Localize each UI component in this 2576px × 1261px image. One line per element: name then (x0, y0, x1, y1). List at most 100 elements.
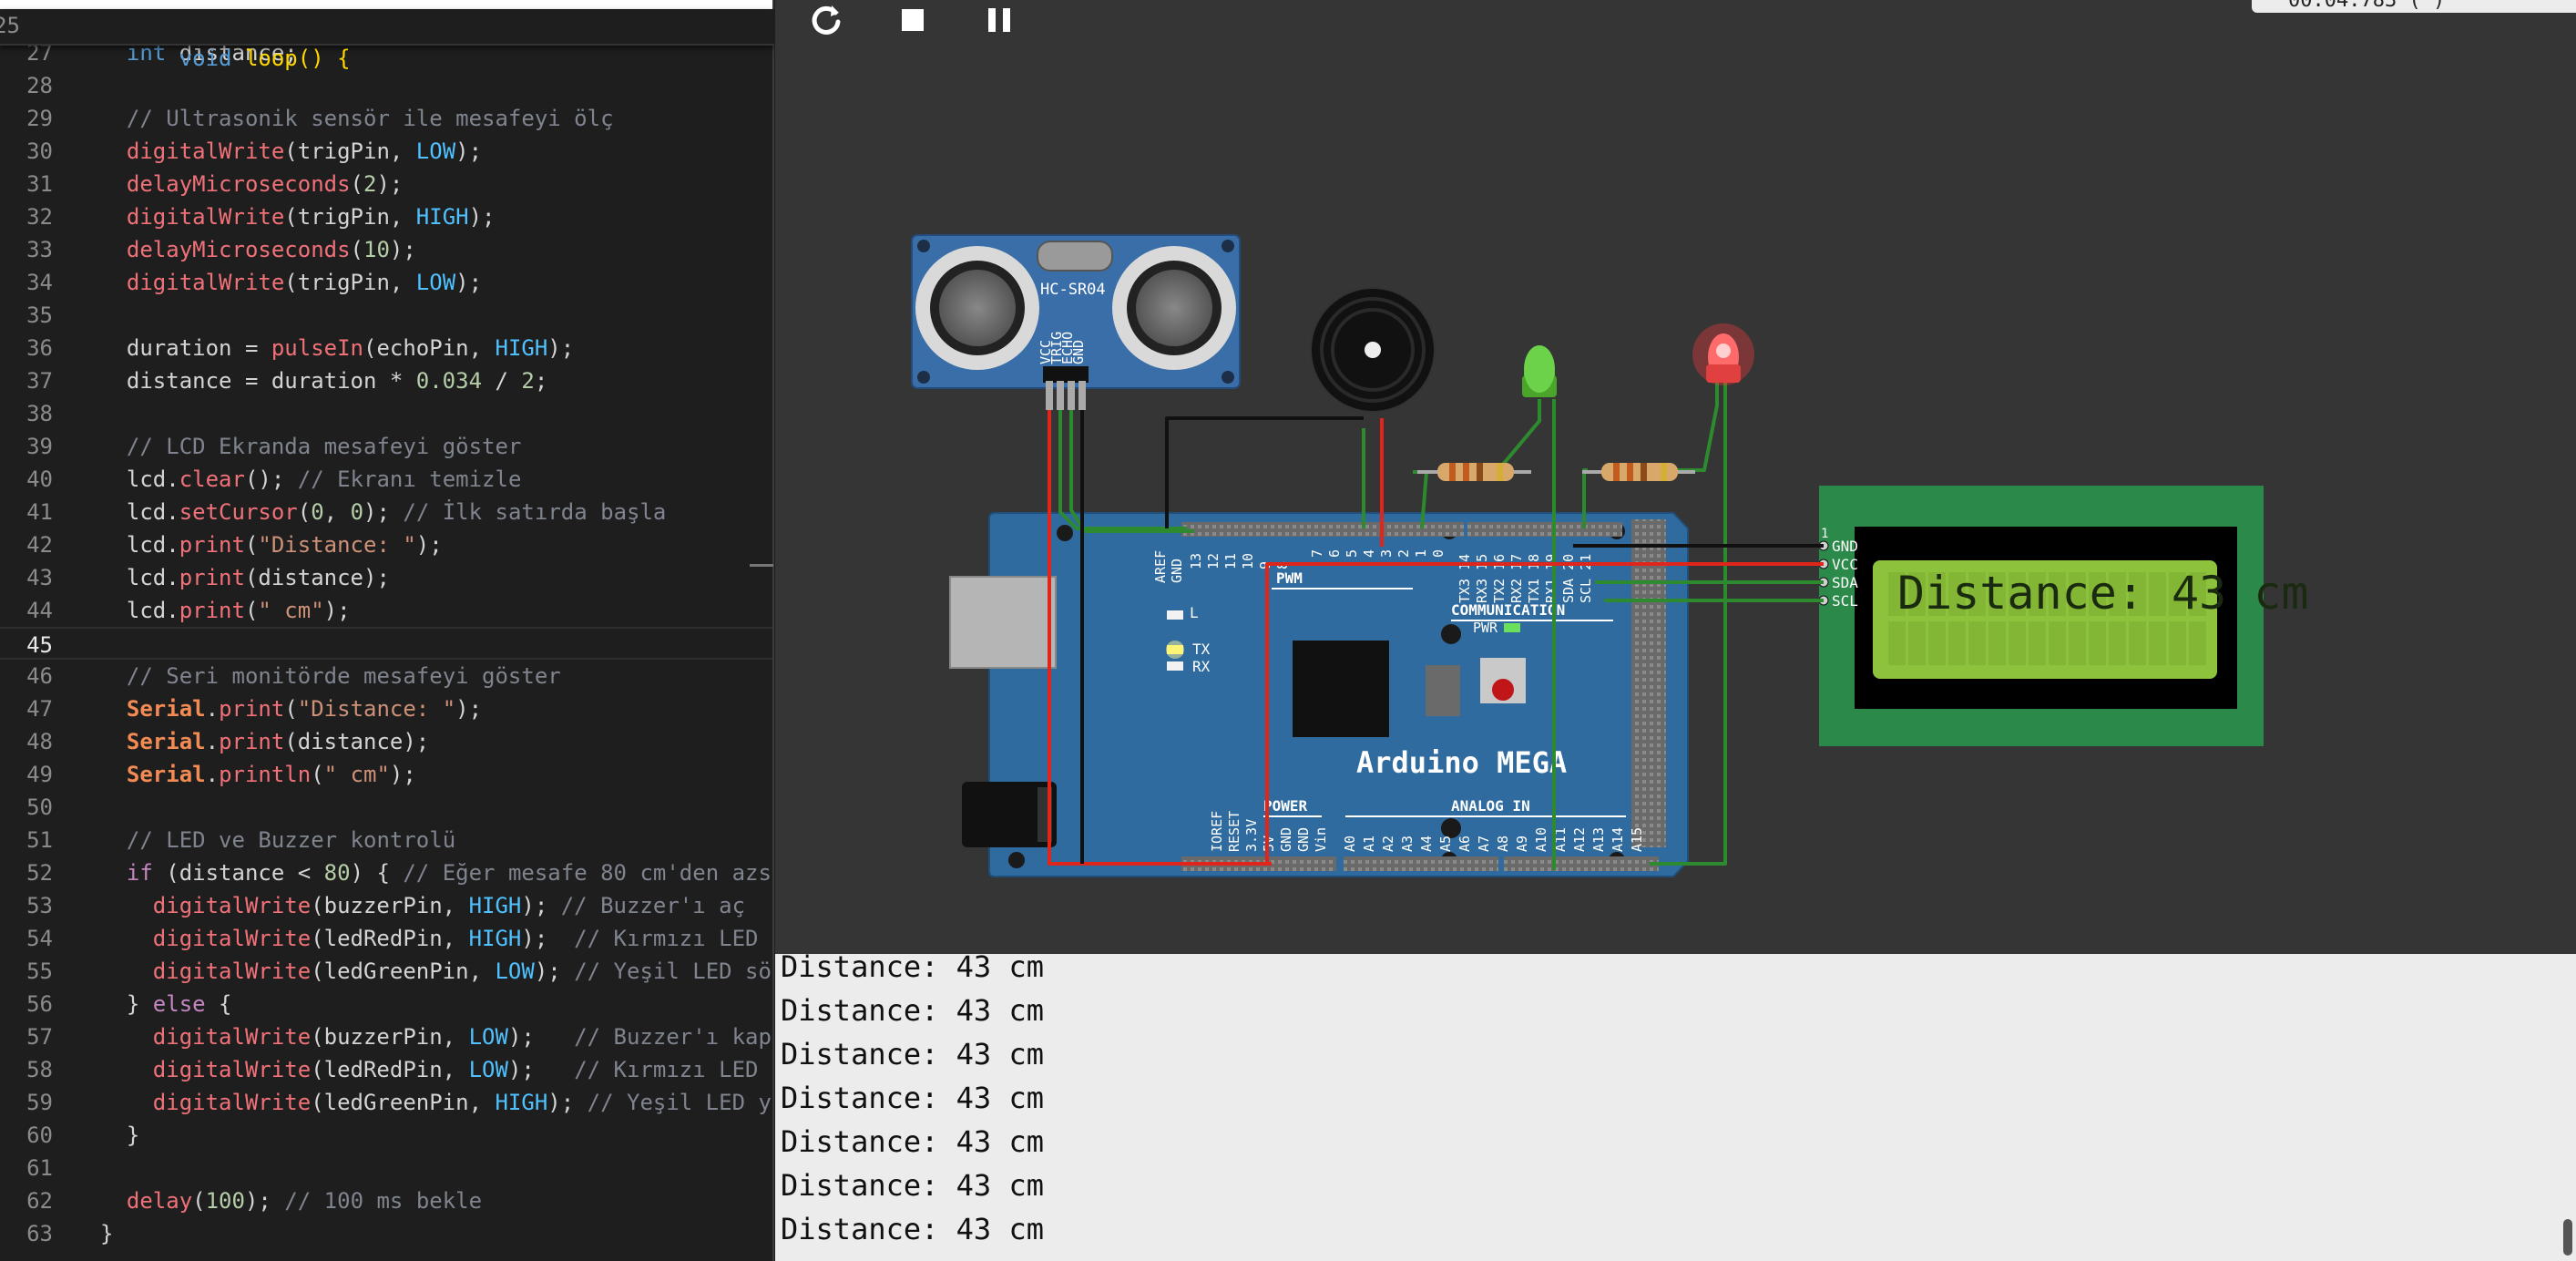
line-number: 38 (26, 401, 53, 426)
arduino-mega-board[interactable]: L TX RX PWR PWM COMMUNICATION POWER ANAL… (949, 512, 1689, 877)
pin-label-digital: 5 (1344, 549, 1360, 558)
code-line[interactable]: 60 } (0, 1119, 774, 1152)
pin-label-power: GND (1295, 827, 1312, 852)
pin-label-gnd: GND (1169, 559, 1185, 583)
sensor-pin-label: GND (1070, 340, 1087, 364)
code-line[interactable]: 33 delayMicroseconds(10); (0, 233, 774, 266)
code-line[interactable]: 36 duration = pulseIn(echoPin, HIGH); (0, 332, 774, 364)
code-token: } (100, 1221, 114, 1246)
lcd-cell (2089, 621, 2106, 665)
code-line[interactable]: 41 lcd.setCursor(0, 0); // İlk satırda b… (0, 496, 774, 528)
code-line[interactable]: 54 digitalWrite(ledRedPin, HIGH); // Kır… (0, 922, 774, 955)
line-number: 42 (26, 532, 53, 558)
code-line[interactable]: 52 if (distance < 80) { // Eğer mesafe 8… (0, 856, 774, 889)
pin-label-power: IOREF (1209, 811, 1225, 852)
code-token: LOW (495, 959, 535, 984)
code-line[interactable]: 57 digitalWrite(buzzerPin, LOW); // Buzz… (0, 1020, 774, 1053)
pin-label-analog: A2 (1380, 836, 1396, 852)
code-token: lcd. (100, 532, 179, 558)
lcd-cell (2069, 621, 2086, 665)
code-line[interactable]: 37 distance = duration * 0.034 / 2; (0, 364, 774, 397)
code-token: print (179, 532, 245, 558)
code-line[interactable]: 47 Serial.print("Distance: "); (0, 692, 774, 725)
line-number: 43 (26, 565, 53, 590)
pin-label-digital: 12 (1205, 553, 1222, 569)
code-line[interactable]: 38 (0, 397, 774, 430)
code-token: HIGH (468, 893, 522, 918)
pin-label-power: GND (1278, 827, 1294, 852)
code-token: Serial (126, 762, 206, 787)
code-line[interactable]: 61 (0, 1152, 774, 1184)
label-tx: TX (1192, 641, 1211, 658)
code-line[interactable]: 56 } else { (0, 988, 774, 1020)
code-line[interactable]: 31 delayMicroseconds(2); (0, 168, 774, 200)
code-token: ( (192, 1188, 206, 1214)
code-line[interactable]: 49 Serial.println(" cm"); (0, 758, 774, 791)
code-line[interactable]: 34 digitalWrite(trigPin, LOW); (0, 266, 774, 299)
code-token: (distance < (152, 860, 324, 886)
hc-sr04-sensor[interactable]: HC-SR04 VCCTRIGECHOGND (911, 234, 1241, 410)
code-line[interactable]: 40 lcd.clear(); // Ekranı temizle (0, 463, 774, 496)
line-number: 30 (26, 138, 53, 164)
pin-label-comm: SDA 20 (1560, 554, 1577, 603)
code-token: ( (297, 499, 312, 525)
pin-label-digital: 1 (1413, 549, 1429, 558)
digital-header (1467, 522, 1622, 537)
line-number: 62 (26, 1188, 53, 1214)
lcd-pin1: 1 (1821, 527, 1828, 541)
splitter-handle[interactable] (750, 564, 773, 567)
code-editor[interactable]: 25 void loop() { 27 int distance; 28 29 //… (0, 0, 774, 1261)
code-line[interactable]: 58 digitalWrite(ledRedPin, LOW); // Kırm… (0, 1053, 774, 1086)
code-line[interactable]: 42 lcd.print("Distance: "); (0, 528, 774, 561)
code-token: "Distance: " (297, 696, 456, 722)
code-line[interactable]: 62 delay(100); // 100 ms bekle (0, 1184, 774, 1217)
line-number: 63 (26, 1221, 53, 1246)
green-led[interactable] (1522, 345, 1557, 397)
code-token: (ledRedPin, (311, 1057, 469, 1082)
lcd-cell (1888, 621, 1906, 665)
code-line[interactable]: 46 // Seri monitörde mesafeyi göster (0, 660, 774, 692)
circuit-diagram[interactable]: L TX RX PWR PWM COMMUNICATION POWER ANAL… (775, 0, 2576, 954)
code-text: delay(100); // 100 ms bekle (100, 1184, 482, 1217)
serial-monitor[interactable]: Distance: 43 cm Distance: 43 cm Distance: … (775, 954, 2576, 1261)
code-line[interactable]: 32 digitalWrite(trigPin, HIGH); (0, 200, 774, 233)
code-line[interactable]: 43 lcd.print(distance); (0, 561, 774, 594)
code-line[interactable]: 55 digitalWrite(ledGreenPin, LOW); // Ye… (0, 955, 774, 988)
code-token: ) { (350, 860, 404, 886)
code-token: ); (507, 1024, 575, 1050)
resistor-1[interactable] (1417, 463, 1531, 481)
code-line[interactable]: 35 (0, 299, 774, 332)
simulation-canvas[interactable]: 00:04.783 ( ) L TX RX PWR PWM COMMUNICAT… (775, 0, 2576, 954)
editor-divider[interactable] (772, 0, 774, 1261)
line-number: 51 (26, 827, 53, 853)
line-number: 46 (26, 663, 53, 689)
sticky-scroll-line[interactable]: 25 void loop() { (0, 9, 774, 71)
serial-scrollbar[interactable] (2563, 1219, 2572, 1256)
code-line[interactable]: 44 lcd.print(" cm"); (0, 594, 774, 627)
code-line[interactable]: 53 digitalWrite(buzzerPin, HIGH); // Buz… (0, 889, 774, 922)
code-line[interactable]: 59 digitalWrite(ledGreenPin, HIGH); // Y… (0, 1086, 774, 1119)
resistor-2[interactable] (1582, 463, 1695, 481)
code-text: Serial.println(" cm"); (100, 758, 416, 791)
analog-header (1504, 856, 1659, 871)
pin-label-digital: 11 (1222, 553, 1239, 569)
code-line[interactable]: 45 (0, 627, 774, 660)
buzzer[interactable] (1310, 287, 1436, 413)
usb-port (949, 576, 1057, 669)
code-line[interactable]: 50 (0, 791, 774, 824)
code-line[interactable]: 63} (0, 1217, 774, 1250)
lcd-i2c-display[interactable]: Distance: 43 cm 1 GNDVCCSDASCL (1818, 486, 2309, 746)
code-line[interactable]: 39 // LCD Ekranda mesafeyi göster (0, 430, 774, 463)
serial-output-line: Distance: 43 cm (781, 1168, 1044, 1203)
code-line[interactable]: 30 digitalWrite(trigPin, LOW); (0, 135, 774, 168)
code-token: / (482, 368, 522, 394)
code-text: // LCD Ekranda mesafeyi göster (100, 430, 521, 463)
code-line[interactable]: 48 Serial.print(distance); (0, 725, 774, 758)
code-line[interactable]: 51 // LED ve Buzzer kontrolü (0, 824, 774, 856)
code-token: ); (547, 1090, 588, 1115)
red-led[interactable] (1692, 323, 1754, 385)
code-token: . (205, 762, 220, 787)
